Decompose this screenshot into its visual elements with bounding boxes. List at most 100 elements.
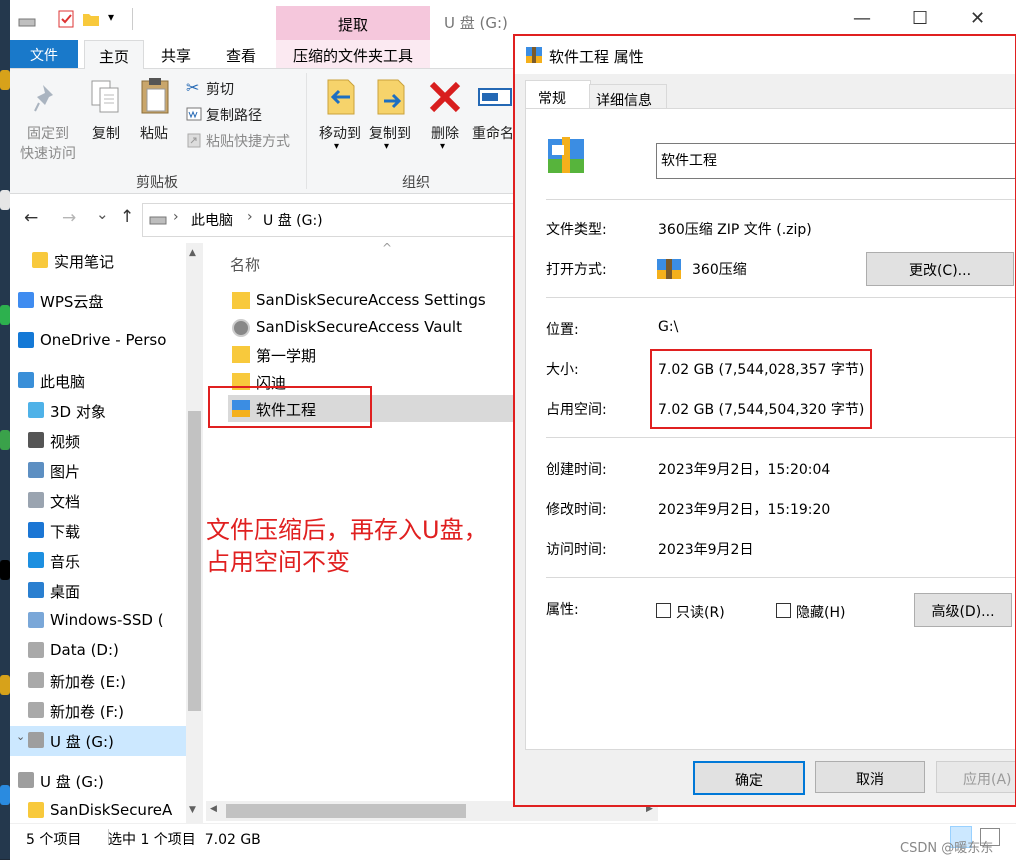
change-button-label: 更改(C)... [908, 263, 972, 279]
tree-item[interactable]: 音乐 [10, 546, 186, 576]
filename-field[interactable]: 软件工程 [656, 143, 1016, 179]
delete-dropdown-icon[interactable]: ▾ [440, 141, 445, 152]
tree-item[interactable]: 图片 [10, 456, 186, 486]
tree-item[interactable]: WPS云盘 [10, 286, 186, 316]
advanced-button-label: 高级(D)... [931, 604, 995, 620]
modified-label: 修改时间: [546, 502, 607, 518]
hscrollbar-thumb[interactable] [226, 804, 466, 818]
cloud-icon [18, 292, 34, 308]
apply-button[interactable]: 应用(A) [936, 761, 1016, 793]
context-header-extract: 提取 [276, 6, 430, 40]
new-folder-qat-icon[interactable] [82, 11, 100, 27]
recent-locations-button[interactable]: ⌄ [96, 205, 109, 223]
tree-item[interactable]: 文档 [10, 486, 186, 516]
file-row[interactable]: 第一学期 [228, 341, 516, 368]
modified-value: 2023年9月2日，15:19:20 [658, 502, 831, 518]
paste-shortcut-button[interactable]: 粘贴快捷方式 [206, 131, 290, 151]
change-button[interactable]: 更改(C)... [866, 252, 1014, 286]
tree-item[interactable]: U 盘 (G:) [10, 766, 186, 796]
divider [546, 199, 1016, 200]
tree-item[interactable]: 此电脑 [10, 366, 186, 396]
tab-general[interactable]: 常规 [525, 80, 591, 111]
hidden-checkbox[interactable] [776, 603, 791, 618]
tab-view[interactable]: 查看 [226, 45, 256, 66]
copy-to-button[interactable]: 复制到 [362, 123, 418, 143]
address-bar[interactable]: › 此电脑 › U 盘 (G:) [142, 203, 524, 237]
maximize-button[interactable]: ☐ [912, 8, 928, 29]
tree-item[interactable]: 新加卷 (F:) [10, 696, 186, 726]
desktop-app-icon[interactable] [0, 305, 10, 325]
tree-item[interactable]: 新加卷 (E:) [10, 666, 186, 696]
rename-button[interactable]: 重命名 [472, 123, 514, 143]
scroll-left-icon[interactable]: ◀ [210, 804, 217, 814]
scroll-down-icon[interactable]: ▼ [189, 805, 196, 815]
readonly-label[interactable]: 只读(R) [676, 602, 725, 622]
tab-file[interactable]: 文件 [10, 40, 78, 68]
tree-item-label: 文档 [50, 493, 81, 511]
scroll-up-icon[interactable]: ▲ [189, 248, 196, 258]
desktop-app-icon[interactable] [0, 675, 10, 695]
title-bar: ▾ 提取 U 盘 (G:) — ☐ ✕ [10, 0, 1016, 40]
cancel-button[interactable]: 取消 [815, 761, 925, 793]
scissors-icon: ✂ [186, 78, 200, 97]
move-to-dropdown-icon[interactable]: ▾ [334, 141, 339, 152]
close-button[interactable]: ✕ [970, 8, 985, 29]
pin-button-line2[interactable]: 快速访问 [12, 143, 84, 163]
tree-item[interactable]: U 盘 (G:) [10, 726, 186, 756]
desktop-app-icon[interactable] [0, 785, 10, 805]
tree-item-label: OneDrive - Perso [40, 331, 167, 349]
delete-button[interactable]: 删除 [424, 123, 466, 143]
copy-path-button[interactable]: 复制路径 [206, 105, 262, 125]
readonly-checkbox[interactable] [656, 603, 671, 618]
desktop-app-icon[interactable] [0, 430, 10, 450]
folder-icon [28, 802, 44, 818]
tree-item-label: 实用笔记 [54, 253, 115, 271]
organize-group-label: 组织 [402, 175, 430, 191]
copy-to-dropdown-icon[interactable]: ▾ [384, 141, 389, 152]
status-bar: 5 个项目 选中 1 个项目 7.02 GB CSDN @暖东东 [10, 823, 1016, 860]
pin-button-line1[interactable]: 固定到 [12, 123, 84, 143]
pin-icon [34, 85, 53, 112]
tree-item[interactable]: 实用笔记 [10, 246, 186, 276]
desktop-app-icon[interactable] [0, 560, 10, 580]
forward-button[interactable]: → [62, 208, 76, 228]
tab-home[interactable]: 主页 [84, 40, 144, 70]
back-button[interactable]: ← [24, 208, 38, 228]
properties-qat-icon[interactable] [58, 10, 74, 28]
move-to-button[interactable]: 移动到 [312, 123, 368, 143]
type-value: 360压缩 ZIP 文件 (.zip) [658, 222, 812, 238]
created-value: 2023年9月2日，15:20:04 [658, 462, 831, 478]
tab-file-label: 文件 [30, 48, 58, 64]
tab-compressed-folder-tools[interactable]: 压缩的文件夹工具 [276, 40, 430, 68]
cut-button[interactable]: 剪切 [206, 79, 234, 99]
file-row[interactable]: SanDiskSecureAccess Settings [228, 287, 516, 314]
expand-chevron-icon[interactable]: ⌄ [16, 730, 25, 743]
desktop-app-icon[interactable] [0, 70, 10, 90]
tab-share[interactable]: 共享 [161, 45, 191, 66]
qat-dropdown-icon[interactable]: ▾ [108, 10, 114, 24]
tree-item[interactable]: Windows-SSD ( [10, 606, 186, 636]
ok-button[interactable]: 确定 [693, 761, 805, 795]
tree-item[interactable]: 下载 [10, 516, 186, 546]
desktop-app-icon[interactable] [0, 190, 10, 210]
up-button[interactable]: ↑ [120, 207, 134, 227]
annotation-line1: 文件压缩后，再存入U盘， [206, 516, 488, 544]
breadcrumb-separator: › [173, 209, 179, 225]
advanced-button[interactable]: 高级(D)... [914, 593, 1012, 627]
column-header-name[interactable]: 名称 [230, 254, 260, 275]
copy-button[interactable]: 复制 [84, 123, 128, 143]
minimize-button[interactable]: — [853, 8, 871, 29]
tree-item[interactable]: 3D 对象 [10, 396, 186, 426]
file-row[interactable]: SanDiskSecureAccess Vault [228, 314, 516, 341]
tree-item[interactable]: 桌面 [10, 576, 186, 606]
hidden-label[interactable]: 隐藏(H) [796, 602, 845, 622]
breadcrumb-usb-drive[interactable]: U 盘 (G:) [263, 210, 323, 230]
tree-item[interactable]: OneDrive - Perso [10, 326, 186, 356]
size-label: 大小: [546, 362, 579, 378]
tree-item[interactable]: 视频 [10, 426, 186, 456]
tree-scrollbar-thumb[interactable] [188, 411, 201, 711]
tree-item[interactable]: SanDiskSecureA [10, 796, 186, 826]
tree-item[interactable]: Data (D:) [10, 636, 186, 666]
breadcrumb-this-pc[interactable]: 此电脑 [191, 210, 233, 230]
paste-button[interactable]: 粘贴 [132, 123, 176, 143]
